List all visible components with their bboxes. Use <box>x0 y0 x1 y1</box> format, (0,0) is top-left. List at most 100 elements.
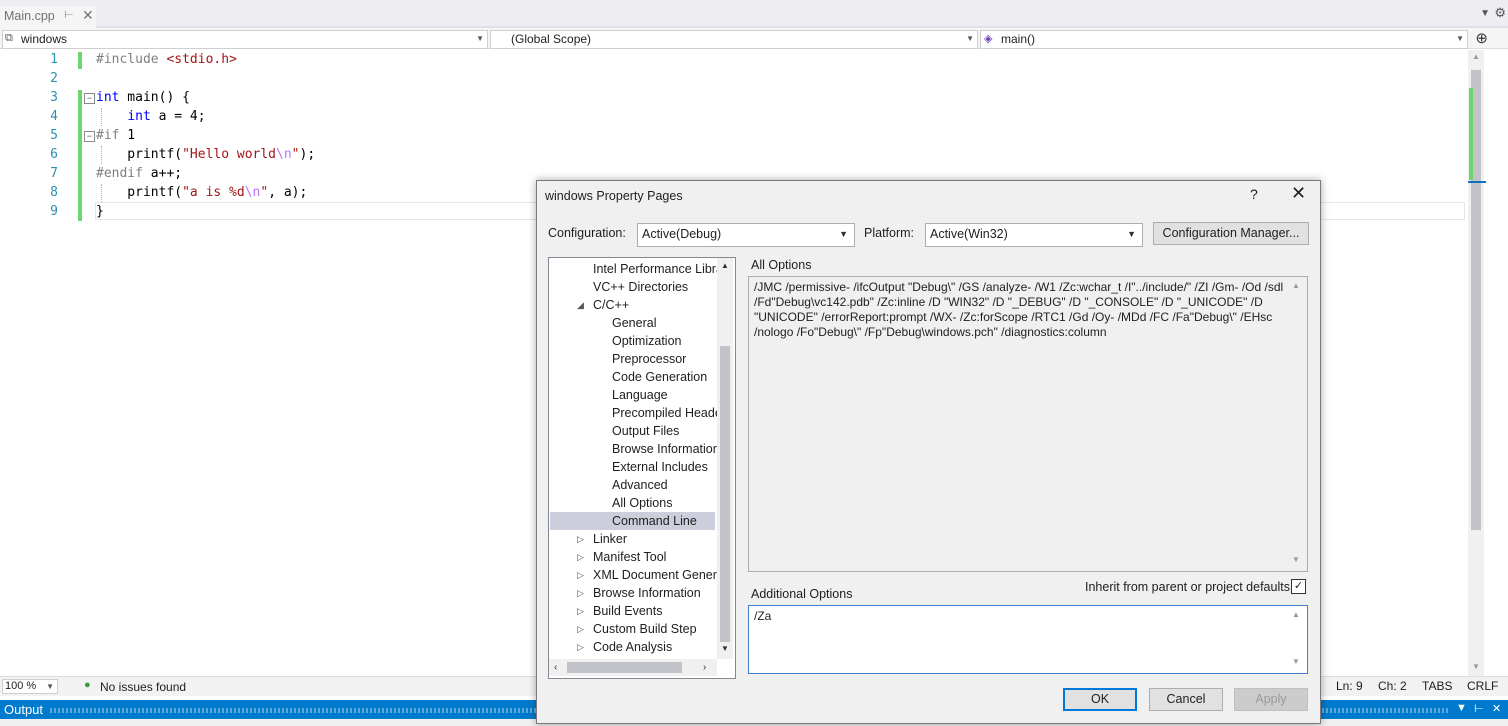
tree-item[interactable]: Command Line <box>612 512 697 530</box>
cancel-button[interactable]: Cancel <box>1149 688 1223 711</box>
close-icon[interactable]: ✕ <box>1492 702 1501 715</box>
collapse-icon[interactable]: − <box>84 93 95 104</box>
collapse-arrow-icon[interactable]: ◢ <box>577 300 584 311</box>
tree-item-label: Intel Performance Libra <box>593 262 723 276</box>
property-pages-dialog: windows Property Pages ? ✕ Configuration… <box>536 180 1321 724</box>
platform-value: Active(Win32) <box>930 227 1008 241</box>
expand-arrow-icon[interactable]: ▷ <box>577 624 584 635</box>
tree-item[interactable]: XML Document Genera <box>593 566 724 584</box>
tree-item[interactable]: Code Generation <box>612 368 707 386</box>
platform-dropdown[interactable]: Active(Win32) ▼ <box>925 223 1143 247</box>
pin-icon[interactable]: ⊢ <box>64 8 74 21</box>
configuration-manager-button[interactable]: Configuration Manager... <box>1153 222 1309 245</box>
chevron-down-icon: ▼ <box>966 34 974 43</box>
expand-arrow-icon[interactable]: ▷ <box>577 570 584 581</box>
expand-arrow-icon[interactable]: ▷ <box>577 642 584 653</box>
tree-item[interactable]: Build Events <box>593 602 662 620</box>
member-value: main() <box>1001 32 1036 46</box>
tab-title: Main.cpp <box>4 9 55 23</box>
split-editor-icon[interactable]: ⊕ <box>1475 29 1488 47</box>
scroll-down-arrow[interactable]: ▼ <box>1472 662 1480 671</box>
tree-item[interactable]: External Includes <box>612 458 708 476</box>
expand-arrow-icon[interactable]: ▷ <box>577 606 584 617</box>
tabs-indicator[interactable]: TABS <box>1422 679 1452 693</box>
tree-item[interactable]: Browse Information <box>612 440 720 458</box>
tree-item[interactable]: Precompiled Heade <box>612 404 722 422</box>
tree-item-label: General <box>612 316 657 330</box>
project-dropdown[interactable]: ⧉ windows ▼ <box>2 30 488 49</box>
all-options-textbox[interactable]: /JMC /permissive- /ifcOutput "Debug\" /G… <box>748 276 1308 572</box>
tree-item[interactable]: Custom Build Step <box>593 620 697 638</box>
close-dialog-button[interactable]: ✕ <box>1291 183 1306 204</box>
tree-item-label: Code Analysis <box>593 640 673 654</box>
tree-item-label: All Options <box>612 496 673 510</box>
scroll-up-arrow[interactable]: ▲ <box>1292 281 1300 290</box>
tree-item-label: Output Files <box>612 424 680 438</box>
scrollbar-caret-marker <box>1468 181 1486 183</box>
ok-button[interactable]: OK <box>1063 688 1137 711</box>
scroll-left-arrow[interactable]: ‹ <box>554 662 557 673</box>
configuration-dropdown[interactable]: Active(Debug) ▼ <box>637 223 855 247</box>
tree-item-label: VC++ Directories <box>593 280 689 294</box>
code-line: #endif a++; <box>96 166 183 181</box>
pin-icon[interactable]: ⊢ <box>1474 702 1484 715</box>
tree-scrollbar-thumb[interactable] <box>720 346 730 642</box>
tree-item-label: Browse Information <box>593 586 701 600</box>
tree-item[interactable]: Language <box>612 386 668 404</box>
scroll-down-arrow[interactable]: ▼ <box>1292 555 1300 564</box>
tree-item[interactable]: VC++ Directories <box>593 278 688 296</box>
chevron-down-icon[interactable]: ▼ <box>1456 702 1467 714</box>
tree-item-label: Manifest Tool <box>593 550 667 564</box>
tree-item[interactable]: Preprocessor <box>612 350 686 368</box>
line-indicator: Ln: 9 <box>1336 679 1363 693</box>
chevron-down-icon: ▼ <box>476 34 484 43</box>
tree-item[interactable]: Code Analysis <box>593 638 672 656</box>
tree-item-label: External Includes <box>612 460 708 474</box>
scrollbar-change-marker <box>1469 88 1473 180</box>
inherit-checkbox[interactable]: ✓ <box>1291 579 1306 594</box>
tree-item[interactable]: Optimization <box>612 332 681 350</box>
expand-arrow-icon[interactable]: ▷ <box>577 552 584 563</box>
line-number: 1 <box>50 52 58 67</box>
scroll-right-arrow[interactable]: › <box>703 662 706 673</box>
tree-item[interactable]: Output Files <box>612 422 679 440</box>
scroll-up-arrow[interactable]: ▲ <box>1292 610 1300 619</box>
check-circle-icon: ● <box>84 679 91 691</box>
expand-arrow-icon[interactable]: ▷ <box>577 534 584 545</box>
member-dropdown[interactable]: ◈ main() ▼ <box>980 30 1468 49</box>
tab-main-cpp[interactable]: Main.cpp ⊢ ✕ <box>0 6 96 28</box>
property-tree[interactable]: Intel Performance Libra VC++ Directories C… <box>548 257 736 679</box>
scroll-down-arrow[interactable]: ▼ <box>1292 657 1300 666</box>
line-ending-indicator[interactable]: CRLF <box>1467 679 1498 693</box>
issues-status[interactable]: No issues found <box>100 680 186 694</box>
tree-item[interactable]: Linker <box>593 530 627 548</box>
scroll-down-arrow[interactable]: ▼ <box>721 644 729 653</box>
configuration-label: Configuration: <box>548 226 626 240</box>
tab-list-dropdown-icon[interactable]: ▼ <box>1480 8 1490 19</box>
tree-item[interactable]: Intel Performance Libra <box>593 260 723 278</box>
code-line: printf("Hello world\n"); <box>96 147 316 162</box>
close-tab-icon[interactable]: ✕ <box>82 7 94 24</box>
scroll-up-arrow[interactable]: ▲ <box>721 261 729 270</box>
tree-item[interactable]: Advanced <box>612 476 668 494</box>
tree-hscrollbar-thumb[interactable] <box>567 662 682 673</box>
platform-label: Platform: <box>864 226 915 240</box>
tree-item[interactable]: Manifest Tool <box>593 548 666 566</box>
line-number: 8 <box>50 185 58 200</box>
additional-options-textbox[interactable]: /Za ▲ ▼ <box>748 605 1308 674</box>
zoom-dropdown[interactable]: 100 % ▼ <box>2 679 58 694</box>
scope-dropdown[interactable]: (Global Scope) ▼ <box>490 30 978 49</box>
expand-arrow-icon[interactable]: ▷ <box>577 588 584 599</box>
tree-item[interactable]: All Options <box>612 494 672 512</box>
tree-item[interactable]: Browse Information <box>593 584 701 602</box>
gear-icon[interactable]: ⚙ <box>1494 5 1506 21</box>
scroll-up-arrow[interactable]: ▲ <box>1472 52 1480 61</box>
tree-item[interactable]: C/C++ <box>593 296 629 314</box>
tree-item[interactable]: General <box>612 314 656 332</box>
tree-item-label: Advanced <box>612 478 668 492</box>
chevron-down-icon: ▼ <box>46 682 54 691</box>
code-line: int main() { <box>96 90 190 105</box>
help-button[interactable]: ? <box>1250 186 1258 202</box>
apply-button[interactable]: Apply <box>1234 688 1308 711</box>
collapse-icon[interactable]: − <box>84 131 95 142</box>
